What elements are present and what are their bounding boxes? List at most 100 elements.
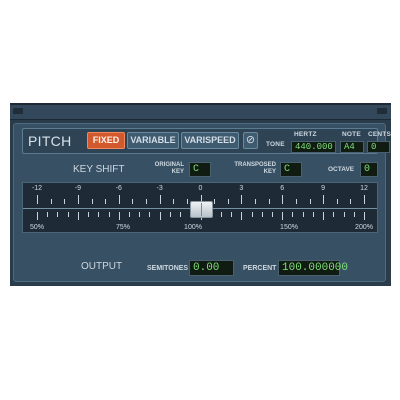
transposed-key-label: TRANSPOSED KEY: [228, 162, 276, 176]
slider-tick: [149, 212, 151, 217]
slider-tick: [132, 199, 134, 204]
tone-label: TONE: [266, 141, 285, 148]
varispeed-mode-button[interactable]: VARISPEED: [181, 132, 239, 149]
slider-tick: [77, 212, 79, 220]
slider-tick: [261, 212, 263, 217]
transposed-key-label-line2: KEY: [263, 169, 276, 175]
slider-tick: [88, 212, 90, 217]
note-label: NOTE: [342, 131, 361, 138]
key-shift-label: KEY SHIFT: [73, 164, 125, 175]
cents-field[interactable]: 0: [367, 141, 390, 153]
slider-tick: [98, 212, 100, 217]
null-icon[interactable]: ⊘: [243, 132, 258, 149]
slider-tick: [227, 199, 229, 204]
pitch-panel: PITCH FIXED VARIABLE VARISPEED ⊘ TONE HE…: [13, 123, 391, 282]
slider-tick: [50, 199, 52, 204]
slider-tick: [312, 212, 314, 217]
note-field[interactable]: A4: [340, 141, 364, 153]
slider-handle[interactable]: [189, 201, 213, 218]
slider-tick: [186, 199, 188, 204]
semitone-tick-label: 9: [321, 185, 326, 192]
slider-tick: [336, 199, 338, 204]
slider-tick: [173, 199, 175, 204]
output-label: OUTPUT: [81, 261, 123, 272]
semitone-tick-label: -3: [156, 185, 163, 192]
slider-tick: [272, 212, 274, 217]
strip-notch: [377, 108, 387, 114]
slider-tick: [292, 212, 294, 217]
octave-field[interactable]: 0: [360, 162, 378, 177]
slider-tick: [333, 212, 335, 217]
percent-tick-label: 50%: [29, 224, 45, 231]
original-key-label-line1: ORIGINAL: [154, 162, 184, 168]
slider-tick: [91, 199, 93, 204]
page-title: PITCH: [28, 133, 72, 149]
slider-tick: [353, 212, 355, 217]
slider-tick: [241, 195, 243, 204]
slider-tick: [37, 195, 38, 204]
strip-notch: [13, 108, 23, 114]
semitones-label: SEMITONES: [147, 265, 189, 272]
slider-tick: [255, 199, 256, 204]
slider-tick: [350, 199, 352, 204]
slider-tick: [364, 212, 365, 220]
original-key-field[interactable]: C: [189, 162, 211, 177]
percent-tick-label: 150%: [280, 224, 298, 231]
slider-tick: [220, 212, 222, 217]
slider-tick: [214, 199, 216, 204]
slider-tick: [64, 199, 66, 204]
slider-tick: [57, 212, 59, 217]
variable-mode-button[interactable]: VARIABLE: [127, 132, 179, 149]
semitone-tick-label: 12: [360, 185, 368, 192]
slider-tick: [146, 199, 147, 204]
slider-tick: [364, 195, 365, 204]
slider-tick: [180, 212, 182, 217]
slider-tick: [343, 212, 345, 217]
slider-tick: [118, 212, 120, 220]
cents-label: CENTS: [368, 131, 392, 138]
semitone-tick-label: 0: [198, 185, 203, 192]
semitone-tick-label: -12: [31, 185, 43, 192]
original-key-label: ORIGINAL KEY: [144, 162, 184, 176]
slider-tick: [67, 212, 69, 217]
pitch-header: PITCH FIXED VARIABLE VARISPEED ⊘ TONE HE…: [22, 128, 391, 154]
slider-tick: [159, 195, 161, 204]
slider-tick: [295, 199, 297, 204]
percent-tick-label: 75%: [115, 224, 131, 231]
slider-tick: [47, 212, 49, 217]
key-shift-slider[interactable]: -12 -9 -6 -3 0 3 6 9 12 50% 75% 100% 150% 200%: [22, 182, 378, 233]
slider-tick: [282, 212, 284, 220]
slider-tick: [309, 199, 311, 204]
slider-tick: [282, 195, 284, 204]
original-key-label-line2: KEY: [171, 169, 184, 175]
slider-tick: [251, 212, 253, 217]
pitch-plugin-window: PITCH FIXED VARIABLE VARISPEED ⊘ TONE HE…: [10, 103, 391, 286]
semitone-tick-label: -6: [115, 185, 122, 192]
slider-tick: [128, 212, 130, 217]
fixed-mode-button[interactable]: FIXED: [87, 132, 125, 149]
slider-tick: [159, 212, 161, 220]
hertz-label: HERTZ: [294, 131, 317, 138]
slider-tick: [37, 212, 38, 220]
semitones-field[interactable]: 0.00: [189, 260, 234, 276]
slider-tick: [169, 212, 171, 217]
percent-label: PERCENT: [243, 265, 277, 272]
slider-tick: [231, 212, 233, 217]
slider-tick: [241, 212, 243, 220]
slider-tick: [118, 195, 120, 204]
slider-tick: [108, 212, 110, 217]
semitone-tick-label: 3: [239, 185, 244, 192]
percent-field[interactable]: 100.000000: [278, 260, 348, 276]
semitone-tick-label: -9: [74, 185, 81, 192]
transposed-key-field[interactable]: C: [280, 162, 302, 177]
slider-tick: [268, 199, 270, 204]
plugin-top-strip: [10, 105, 391, 120]
transposed-key-label-line1: TRANSPOSED: [234, 162, 276, 168]
slider-tick: [139, 212, 141, 217]
semitone-tick-label: 6: [280, 185, 285, 192]
hertz-field[interactable]: 440.000: [291, 141, 336, 153]
slider-tick: [323, 212, 325, 220]
slider-tick: [77, 195, 79, 204]
slider-tick: [105, 199, 107, 204]
percent-tick-label: 200%: [355, 224, 373, 231]
